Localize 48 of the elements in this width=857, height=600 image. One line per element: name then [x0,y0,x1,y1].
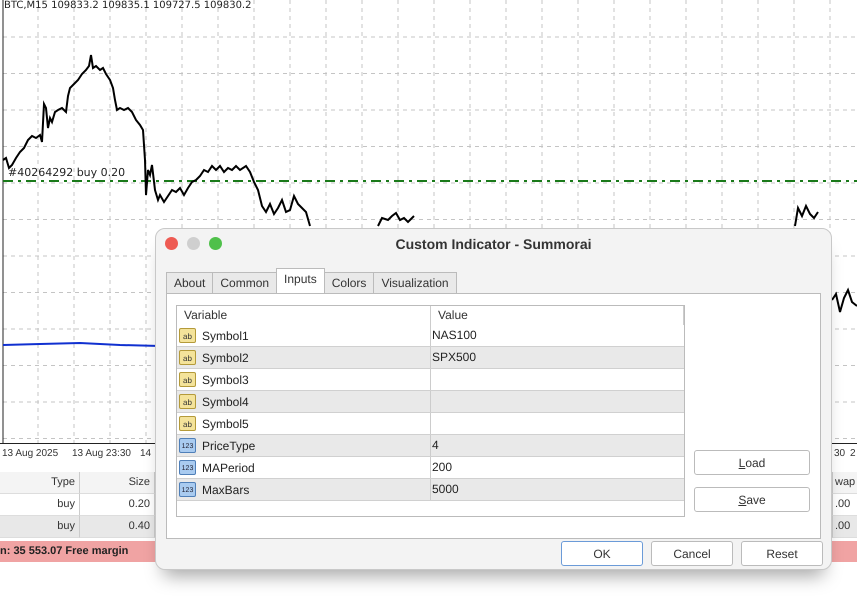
time-axis-label: 2 [850,448,856,459]
text-type-icon: ab [179,394,196,409]
tab[interactable]: Visualization [373,272,457,293]
order-label: #40264292 buy 0.20 [8,166,126,179]
variable-name: PriceType [202,438,256,452]
time-axis-label: 13 Aug 2025 [2,448,58,459]
variable-value[interactable]: SPX500 [432,350,476,364]
dialog-button[interactable]: Reset [741,541,823,566]
table-cell: buy [0,516,80,538]
variable-name: Symbol3 [202,372,249,386]
text-type-icon: ab [179,328,196,343]
table-cell: 0.40 [80,516,155,538]
zoom-button[interactable] [209,237,222,250]
minimize-button[interactable] [187,237,200,250]
variable-name: Symbol2 [202,350,249,364]
variable-name: Symbol1 [202,328,249,342]
time-axis-label: 14 [140,448,152,459]
column-header: Size [80,472,155,494]
side-button[interactable]: Save [694,487,810,512]
variable-name: Symbol4 [202,394,249,408]
variable-name: Symbol5 [202,416,249,430]
tab[interactable]: About [166,272,214,293]
column-header: Type [0,472,80,494]
time-axis-label: 13 Aug 23:30 [72,448,131,459]
variable-value[interactable]: 5000 [432,482,459,496]
variable-value[interactable]: NAS100 [432,328,477,342]
column-header: wap [833,472,857,494]
variable-name: MAPeriod [202,460,255,474]
variable-value[interactable]: 200 [432,460,452,474]
price-line [794,204,819,226]
tab[interactable]: Common [212,272,278,293]
price-line [831,287,857,313]
table-cell: .00 [833,516,857,538]
variable-value[interactable]: 4 [432,438,439,452]
variable-name: MaxBars [202,482,250,496]
tab[interactable]: Colors [324,272,374,293]
text-type-icon: ab [179,350,196,365]
tab[interactable]: Inputs [276,268,325,293]
text-type-icon: ab [179,416,196,431]
dialog-button[interactable]: Cancel [651,541,733,566]
text-type-icon: ab [179,372,196,387]
dialog-button[interactable]: OK [561,541,643,566]
side-button[interactable]: Load [694,450,810,475]
time-axis-label: 30 [834,448,846,459]
price-line [377,212,415,226]
close-button[interactable] [165,237,178,250]
window-title: Custom Indicator - Summorai [395,236,592,252]
chart-header-text: BTC,M15 109833.2 109835.1 109727.5 109830.2 [4,0,252,11]
